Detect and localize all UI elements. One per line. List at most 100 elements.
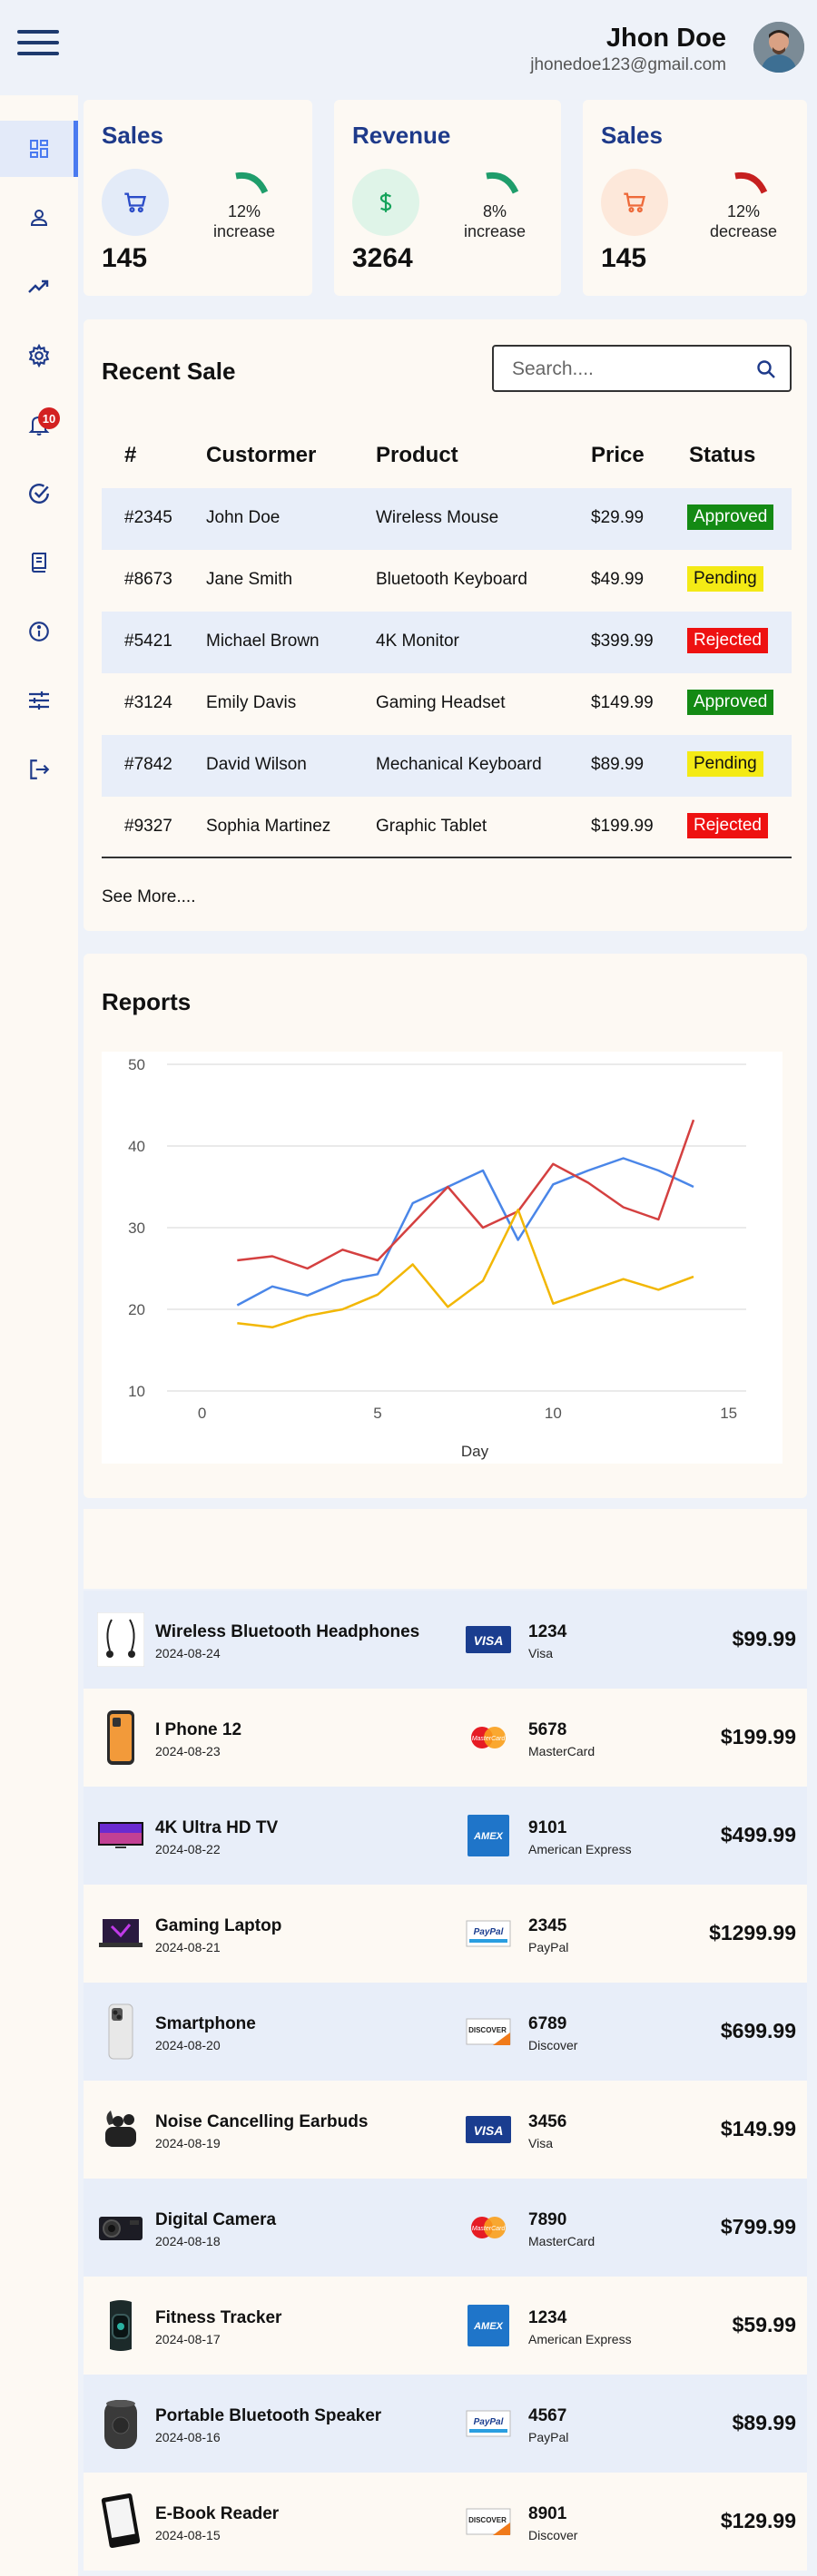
sidebar-item-analytics[interactable] (0, 259, 78, 315)
y-tick-label: 50 (128, 1056, 145, 1073)
svg-text:AMEX: AMEX (473, 2321, 503, 2332)
table-row[interactable]: #2345 John Doe Wireless Mouse $29.99 App… (102, 488, 792, 550)
book-icon (31, 553, 46, 573)
recent-sale-card: Recent Sale # Custormer Product Price St… (84, 319, 807, 931)
transaction-row[interactable]: Wireless Bluetooth Headphones 2024-08-24… (84, 1591, 807, 1689)
sidebar: 10 (0, 95, 78, 2576)
transaction-date: 2024-08-19 (155, 2136, 221, 2150)
product-image (94, 2199, 147, 2257)
stat-value: 145 (601, 243, 647, 273)
sidebar-item-logout[interactable] (0, 741, 78, 798)
avatar[interactable] (753, 22, 804, 73)
transaction-row[interactable]: Fitness Tracker 2024-08-17 AMEX 1234 Ame… (84, 2277, 807, 2375)
y-tick-label: 20 (128, 1301, 145, 1318)
table-row[interactable]: #9327 Sophia Martinez Graphic Tablet $19… (102, 797, 792, 858)
status-badge: Pending (687, 566, 763, 592)
cart-icon (124, 192, 146, 213)
search-icon[interactable] (755, 358, 777, 380)
user-icon (30, 210, 48, 226)
status-badge: Approved (687, 690, 774, 715)
card-number: 4567 (528, 2406, 567, 2425)
product-name: E-Book Reader (155, 2504, 280, 2523)
card-number: 7890 (528, 2210, 567, 2229)
dollar-icon (379, 192, 392, 212)
transaction-amount: $99.99 (732, 1627, 796, 1650)
sidebar-item-docs[interactable] (0, 534, 78, 591)
x-tick-label: 5 (373, 1405, 381, 1422)
status-badge: Approved (687, 504, 774, 530)
transaction-amount: $1299.99 (709, 1921, 796, 1944)
sidebar-item-settings[interactable] (0, 328, 78, 384)
row-price: $149.99 (591, 693, 654, 712)
table-row[interactable]: #7842 David Wilson Mechanical Keyboard $… (102, 735, 792, 797)
transaction-date: 2024-08-16 (155, 2430, 221, 2444)
camera-icon (99, 2217, 143, 2240)
dashboard-icon (30, 140, 48, 158)
row-customer: Michael Brown (206, 632, 320, 651)
stat-card-revenue: Revenue 3264 8% increase (334, 100, 561, 296)
card-brand: PayPal (528, 2430, 569, 2444)
progress-arc (235, 171, 269, 194)
search-input[interactable] (512, 358, 748, 381)
user-email: jhonedoe123@gmail.com (530, 55, 726, 74)
transaction-amount: $199.99 (720, 1725, 796, 1748)
paypal-icon: PayPal (465, 2407, 512, 2440)
row-id: #3124 (124, 693, 172, 712)
product-name: Noise Cancelling Earbuds (155, 2112, 369, 2131)
transaction-date: 2024-08-21 (155, 1940, 221, 1954)
svg-text:MasterCard: MasterCard (472, 2226, 507, 2232)
transaction-row[interactable]: E-Book Reader 2024-08-15 DISCOVER 8901 D… (84, 2473, 807, 2571)
card-number: 3456 (528, 2112, 567, 2131)
table-row[interactable]: #8673 Jane Smith Bluetooth Keyboard $49.… (102, 550, 792, 612)
sidebar-item-dashboard[interactable] (0, 121, 78, 177)
x-tick-label: 15 (720, 1405, 737, 1422)
search-box (492, 345, 792, 392)
sidebar-item-notifications[interactable]: 10 (0, 397, 78, 453)
transaction-amount: $799.99 (720, 2215, 796, 2238)
row-price: $399.99 (591, 632, 654, 651)
transaction-date: 2024-08-24 (155, 1646, 221, 1660)
product-image (94, 2003, 147, 2061)
transaction-row[interactable]: 4K Ultra HD TV 2024-08-22 AMEX 9101 Amer… (84, 1787, 807, 1885)
row-id: #2345 (124, 508, 172, 527)
transaction-row[interactable]: Gaming Laptop 2024-08-21 PayPal 2345 Pay… (84, 1885, 807, 1983)
product-image (94, 2395, 147, 2453)
transaction-row[interactable]: Noise Cancelling Earbuds 2024-08-19 VISA… (84, 2081, 807, 2179)
sidebar-item-profile[interactable] (0, 190, 78, 246)
svg-text:DISCOVER: DISCOVER (468, 2026, 507, 2034)
menu-icon[interactable] (17, 30, 59, 59)
notification-badge: 10 (38, 407, 60, 429)
cart-icon (624, 192, 645, 213)
headphones-icon (97, 1612, 144, 1667)
transaction-row[interactable]: I Phone 12 2024-08-23 MasterCard 5678 Ma… (84, 1689, 807, 1787)
card-number: 1234 (528, 1622, 567, 1641)
stat-icon-circle (102, 169, 169, 236)
card-brand: Discover (528, 2528, 578, 2542)
row-price: $49.99 (591, 570, 645, 589)
reports-line-chart: 10 20 30 40 50 0 5 10 15 Day (102, 1052, 783, 1464)
info-icon (29, 622, 49, 642)
stat-change-pct: 12% (227, 202, 261, 220)
see-more-link[interactable]: See More.... (102, 887, 196, 907)
card-number: 8901 (528, 2504, 567, 2523)
sidebar-item-info[interactable] (0, 603, 78, 660)
progress-arc (486, 171, 519, 194)
logout-icon (30, 759, 50, 779)
table-row[interactable]: #3124 Emily Davis Gaming Headset $149.99… (102, 673, 792, 735)
sidebar-item-tasks[interactable] (0, 465, 78, 522)
table-row[interactable]: #5421 Michael Brown 4K Monitor $399.99 R… (102, 612, 792, 673)
transaction-date: 2024-08-20 (155, 2038, 221, 2052)
transaction-row[interactable]: Smartphone 2024-08-20 DISCOVER 6789 Disc… (84, 1983, 807, 2081)
product-image (94, 1709, 147, 1767)
sidebar-item-filters[interactable] (0, 672, 78, 729)
product-name: Digital Camera (155, 2210, 277, 2229)
stat-change: 12% increase (185, 201, 303, 241)
watch-icon (110, 2300, 132, 2351)
transaction-row[interactable]: Digital Camera 2024-08-18 MasterCard 789… (84, 2179, 807, 2277)
earbuds-icon (105, 2111, 136, 2147)
row-product: Bluetooth Keyboard (376, 570, 527, 589)
transaction-row[interactable]: Portable Bluetooth Speaker 2024-08-16 Pa… (84, 2375, 807, 2473)
section-title: Reports (102, 988, 192, 1015)
transaction-amount: $129.99 (720, 2509, 796, 2532)
card-number: 9101 (528, 1818, 567, 1837)
